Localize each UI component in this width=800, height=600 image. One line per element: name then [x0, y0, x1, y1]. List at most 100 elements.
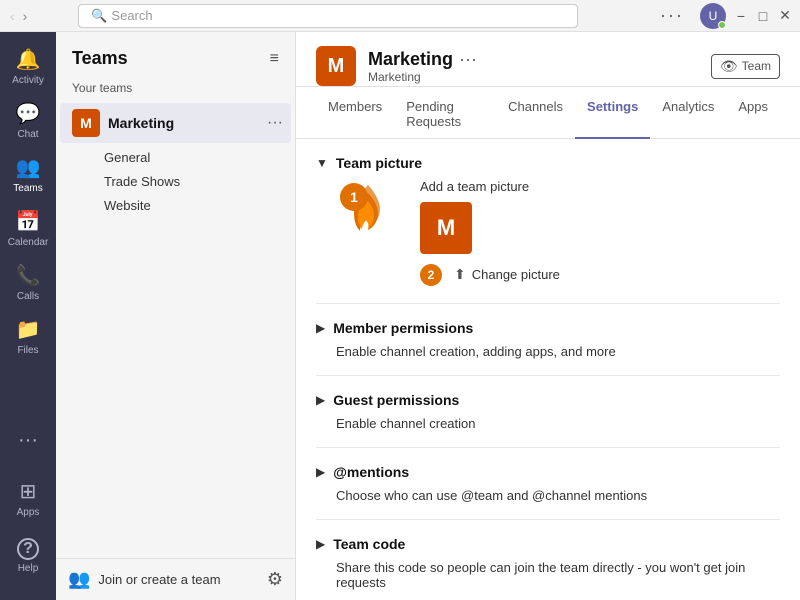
- member-permissions-header[interactable]: ▶ Member permissions: [316, 320, 780, 336]
- more-icon: ···: [18, 429, 38, 452]
- sidebar-item-activity[interactable]: 🔔 Activity: [4, 40, 52, 92]
- step1-indicator: 1: [336, 179, 400, 243]
- more-options-button[interactable]: ···: [660, 5, 684, 26]
- search-placeholder: Search: [111, 8, 152, 23]
- teams-label: Teams: [13, 183, 42, 194]
- eye-icon: 👁: [720, 58, 738, 75]
- member-permissions-section: ▶ Member permissions Enable channel crea…: [316, 304, 780, 376]
- team-more-button[interactable]: ···: [267, 114, 283, 132]
- join-icon: 👥: [68, 569, 90, 590]
- team-picture-header[interactable]: ▼ Team picture: [316, 155, 780, 171]
- member-permissions-body: Enable channel creation, adding apps, an…: [316, 344, 780, 359]
- tab-members[interactable]: Members: [316, 91, 394, 139]
- help-label: Help: [18, 563, 39, 574]
- avatar[interactable]: U: [700, 3, 726, 29]
- help-icon: ?: [17, 538, 39, 560]
- your-teams-label: Your teams: [56, 77, 295, 103]
- teams-icon: 👥: [16, 155, 41, 180]
- team-header-info: Marketing ··· Marketing: [368, 49, 711, 84]
- badge-label: Team: [742, 59, 771, 73]
- channel-item-general[interactable]: General: [96, 146, 291, 169]
- activity-label: Activity: [12, 75, 44, 86]
- sidebar-header: Teams ≡: [56, 32, 295, 77]
- tab-apps[interactable]: Apps: [726, 91, 780, 139]
- team-picture-section: ▼ Team picture 1: [316, 139, 780, 304]
- channel-item-website[interactable]: Website: [96, 194, 291, 217]
- team-item-marketing[interactable]: M Marketing ···: [60, 103, 291, 143]
- channel-item-tradeshows[interactable]: Trade Shows: [96, 170, 291, 193]
- team-code-section: ▶ Team code Share this code so people ca…: [316, 520, 780, 600]
- titlebar-controls: ··· U − □ ✕: [660, 3, 792, 29]
- tab-analytics[interactable]: Analytics: [650, 91, 726, 139]
- settings-content: ▼ Team picture 1: [296, 139, 800, 600]
- main-content: M Marketing ··· Marketing 👁 Team Members…: [296, 32, 800, 600]
- back-button[interactable]: ‹: [8, 6, 17, 26]
- settings-gear-icon[interactable]: ⚙: [267, 569, 283, 590]
- sidebar-item-apps[interactable]: ⊞ Apps: [4, 472, 52, 524]
- calls-icon: 📞: [16, 263, 41, 288]
- presence-indicator: [718, 21, 726, 29]
- step2-number: 2: [420, 264, 442, 286]
- files-label: Files: [17, 345, 38, 356]
- mentions-section: ▶ @mentions Choose who can use @team and…: [316, 448, 780, 520]
- team-header: M Marketing ··· Marketing 👁 Team: [296, 32, 800, 87]
- nav-arrows: ‹ ›: [8, 6, 29, 26]
- team-display-name: Marketing: [368, 49, 453, 70]
- chat-icon: 💬: [16, 101, 41, 126]
- team-subtitle: Marketing: [368, 70, 711, 84]
- close-button[interactable]: ✕: [778, 9, 792, 23]
- add-picture-area: Add a team picture M 2 ⬆ Change picture: [420, 179, 564, 287]
- upload-icon: ⬆: [454, 266, 466, 283]
- filter-icon[interactable]: ≡: [270, 50, 279, 68]
- section-arrow-icon: ▶: [316, 321, 325, 335]
- calendar-icon: 📅: [16, 209, 41, 234]
- team-code-title: Team code: [333, 536, 405, 552]
- sidebar-item-teams[interactable]: 👥 Teams: [4, 148, 52, 200]
- join-create-team-button[interactable]: 👥 Join or create a team: [68, 569, 221, 590]
- activity-icon: 🔔: [16, 47, 41, 72]
- sidebar-item-help[interactable]: ? Help: [4, 530, 52, 582]
- mentions-body: Choose who can use @team and @channel me…: [316, 488, 780, 503]
- team-code-header[interactable]: ▶ Team code: [316, 536, 780, 552]
- section-arrow-icon: ▶: [316, 537, 325, 551]
- files-icon: 📁: [16, 317, 41, 342]
- rail-bottom: ··· ⊞ Apps ? Help: [4, 414, 52, 592]
- tab-channels[interactable]: Channels: [496, 91, 575, 139]
- sidebar-item-calls[interactable]: 📞 Calls: [4, 256, 52, 308]
- team-picture-preview: M: [420, 202, 472, 254]
- team-badge: 👁 Team: [711, 54, 780, 79]
- step2-area: 2 ⬆ Change picture: [420, 262, 564, 287]
- team-header-name: Marketing ···: [368, 49, 711, 70]
- team-picture-title: Team picture: [336, 155, 422, 171]
- search-bar[interactable]: 🔍 Search: [78, 4, 578, 28]
- team-picture-body: 1 Add a team picture M: [316, 179, 780, 287]
- chat-label: Chat: [17, 129, 38, 140]
- apps-label: Apps: [17, 507, 40, 518]
- sidebar-item-chat[interactable]: 💬 Chat: [4, 94, 52, 146]
- sidebar-footer: 👥 Join or create a team ⚙: [56, 558, 295, 600]
- change-picture-button[interactable]: ⬆ Change picture: [450, 262, 564, 287]
- team-header-avatar: M: [316, 46, 356, 86]
- forward-button[interactable]: ›: [21, 6, 30, 26]
- mentions-header[interactable]: ▶ @mentions: [316, 464, 780, 480]
- step1-number: 1: [340, 183, 368, 211]
- add-picture-label: Add a team picture: [420, 179, 529, 194]
- tab-pending-requests[interactable]: Pending Requests: [394, 91, 496, 139]
- sidebar-title: Teams: [72, 48, 128, 69]
- team-code-body: Share this code so people can join the t…: [316, 560, 780, 590]
- guest-permissions-header[interactable]: ▶ Guest permissions: [316, 392, 780, 408]
- sidebar-item-calendar[interactable]: 📅 Calendar: [4, 202, 52, 254]
- team-options-button[interactable]: ···: [459, 49, 477, 70]
- app-container: 🔔 Activity 💬 Chat 👥 Teams 📅 Calendar 📞 C…: [0, 32, 800, 600]
- member-permissions-desc: Enable channel creation, adding apps, an…: [336, 344, 780, 359]
- join-create-label: Join or create a team: [98, 572, 220, 587]
- mentions-desc: Choose who can use @team and @channel me…: [336, 488, 780, 503]
- sidebar-item-more[interactable]: ···: [4, 414, 52, 466]
- mentions-title: @mentions: [333, 464, 409, 480]
- guest-permissions-title: Guest permissions: [333, 392, 459, 408]
- minimize-button[interactable]: −: [734, 9, 748, 23]
- section-arrow-icon: ▶: [316, 465, 325, 479]
- maximize-button[interactable]: □: [756, 9, 770, 23]
- sidebar-item-files[interactable]: 📁 Files: [4, 310, 52, 362]
- tab-settings[interactable]: Settings: [575, 91, 650, 139]
